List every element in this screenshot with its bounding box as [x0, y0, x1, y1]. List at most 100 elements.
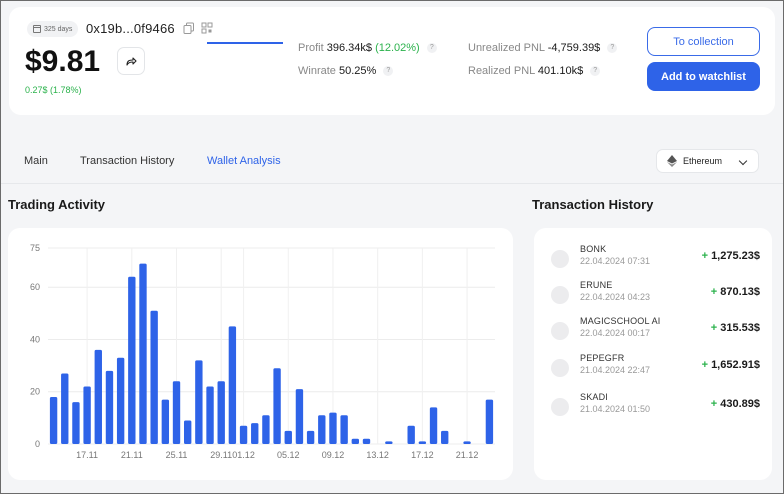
- transaction-row[interactable]: ERUNE 22.04.2024 04:23 +870.13$: [534, 280, 772, 310]
- chart-bar: [239, 425, 248, 444]
- copy-icon[interactable]: [183, 22, 195, 34]
- chart-bar: [463, 441, 471, 444]
- chart-bar: [251, 423, 259, 444]
- winrate-help-icon[interactable]: ?: [383, 66, 394, 77]
- chart-bar: [485, 399, 494, 444]
- transaction-date: 22.04.2024 04:23: [580, 292, 651, 302]
- transaction-token: SKADI: [580, 392, 609, 402]
- wallet-address: 0x19b...0f9466: [86, 21, 175, 36]
- x-tick-label: 09.12: [322, 450, 345, 460]
- profit-help-icon[interactable]: ?: [426, 43, 437, 54]
- qr-code-icon[interactable]: [201, 22, 213, 34]
- active-tab-indicator: [207, 42, 283, 44]
- winrate-label: Winrate: [298, 65, 336, 77]
- y-tick-label: 75: [30, 243, 40, 253]
- profit-label: Profit: [298, 42, 324, 54]
- chart-bar: [385, 441, 393, 444]
- chart-bar: [139, 263, 147, 444]
- x-tick-label: 01.12: [232, 450, 255, 460]
- unrealized-pnl-help-icon[interactable]: ?: [607, 43, 618, 54]
- tab-transaction-history[interactable]: Transaction History: [80, 155, 174, 167]
- realized-pnl-stat: Realized PNL 401.10k$ ?: [468, 65, 601, 77]
- chart-bar: [362, 438, 371, 444]
- network-select[interactable]: Ethereum: [656, 149, 759, 173]
- transaction-row[interactable]: SKADI 21.04.2024 01:50 +430.89$: [534, 392, 772, 422]
- chart-bar: [172, 381, 181, 444]
- chart-bar: [72, 402, 80, 444]
- amount-sign: +: [701, 250, 709, 262]
- chart-bar: [228, 326, 237, 444]
- token-avatar: [551, 359, 569, 377]
- trading-activity-card: 0 20 40 60 75 17.11 21.11 25.11 29.11 01.12 05.12 0…: [8, 228, 513, 480]
- share-arrow-icon: [126, 57, 137, 66]
- amount-value: 315.53$: [720, 322, 760, 334]
- y-tick-label: 20: [30, 387, 40, 397]
- profit-percent: (12.02%): [375, 42, 420, 54]
- realized-pnl-label: Realized PNL: [468, 65, 535, 77]
- transaction-row[interactable]: BONK 22.04.2024 07:31 +1,275.23$: [534, 244, 772, 274]
- chart-bar: [206, 386, 214, 444]
- realized-pnl-value: 401.10k$: [537, 65, 584, 77]
- share-button[interactable]: [117, 47, 145, 75]
- amount-value: 1,652.91$: [711, 359, 760, 371]
- unrealized-pnl-value: -4,759.39$: [547, 42, 601, 54]
- amount-sign: +: [710, 286, 718, 298]
- token-avatar: [551, 322, 569, 340]
- chart-bar: [284, 430, 292, 444]
- amount-value: 1,275.23$: [711, 250, 760, 262]
- network-select-value: Ethereum: [683, 156, 723, 166]
- transaction-amount: +1,275.23$: [702, 250, 760, 262]
- chart-bar: [295, 389, 304, 444]
- chart-bar: [329, 412, 337, 444]
- profit-stat: Profit 396.34k$ (12.02%) ?: [298, 42, 437, 54]
- x-tick-label: 17.12: [411, 450, 434, 460]
- to-collection-button[interactable]: To collection: [647, 27, 760, 56]
- transaction-token: BONK: [580, 244, 607, 254]
- transaction-row[interactable]: PEPEGFR 21.04.2024 22:47 +1,652.91$: [534, 353, 772, 383]
- transaction-date: 22.04.2024 00:17: [580, 328, 651, 338]
- winrate-value: 50.25%: [338, 65, 377, 77]
- trading-activity-title: Trading Activity: [8, 197, 106, 212]
- balance-change: 0.27$ (1.78%): [25, 85, 82, 95]
- unrealized-pnl-label: Unrealized PNL: [468, 42, 545, 54]
- chart-bar: [195, 360, 203, 444]
- chart-bar: [116, 357, 125, 444]
- amount-sign: +: [701, 359, 709, 371]
- amount-sign: +: [710, 398, 718, 410]
- tab-main[interactable]: Main: [24, 155, 48, 167]
- trading-activity-chart: 0 20 40 60 75 17.11 21.11 25.11 29.11 01.12 05.12 0…: [30, 243, 495, 460]
- app-frame: 325 days 0x19b...0f9466 $9.81 0.27$ (1.7…: [0, 0, 784, 494]
- x-tick-label: 21.12: [456, 450, 479, 460]
- chart-bar: [262, 415, 270, 444]
- chart-bar: [128, 276, 136, 444]
- wallet-balance: $9.81: [25, 45, 101, 78]
- wallet-header-card: 325 days 0x19b...0f9466 $9.81 0.27$ (1.7…: [9, 7, 775, 115]
- chart-bar: [105, 370, 114, 444]
- chart-bar: [340, 415, 348, 444]
- tab-wallet-analysis[interactable]: Wallet Analysis: [207, 155, 281, 167]
- transaction-token: MAGICSCHOOL AI: [580, 316, 661, 326]
- chart-bar: [306, 430, 315, 444]
- add-to-watchlist-button[interactable]: Add to watchlist: [647, 62, 760, 91]
- x-tick-label: 25.11: [166, 450, 188, 460]
- chart-bar: [183, 420, 192, 444]
- realized-pnl-help-icon[interactable]: ?: [590, 66, 601, 77]
- chart-bar: [61, 373, 69, 444]
- x-tick-label: 13.12: [366, 450, 389, 460]
- chart-bar: [161, 399, 170, 444]
- chart-bar: [318, 415, 326, 444]
- unrealized-pnl-stat: Unrealized PNL -4,759.39$ ?: [468, 42, 618, 54]
- amount-value: 430.89$: [720, 398, 760, 410]
- profit-value: 396.34k$: [326, 42, 373, 54]
- x-tick-label: 17.11: [76, 450, 98, 460]
- transaction-amount: +430.89$: [711, 398, 760, 410]
- transaction-token: PEPEGFR: [580, 353, 625, 363]
- x-tick-label: 05.12: [277, 450, 300, 460]
- chart-bar: [418, 441, 427, 444]
- token-avatar: [551, 250, 569, 268]
- chart-bar: [273, 368, 281, 444]
- transaction-amount: +870.13$: [711, 286, 760, 298]
- transaction-token: ERUNE: [580, 280, 613, 290]
- transaction-row[interactable]: MAGICSCHOOL AI 22.04.2024 00:17 +315.53$: [534, 316, 772, 346]
- y-tick-label: 60: [30, 282, 40, 292]
